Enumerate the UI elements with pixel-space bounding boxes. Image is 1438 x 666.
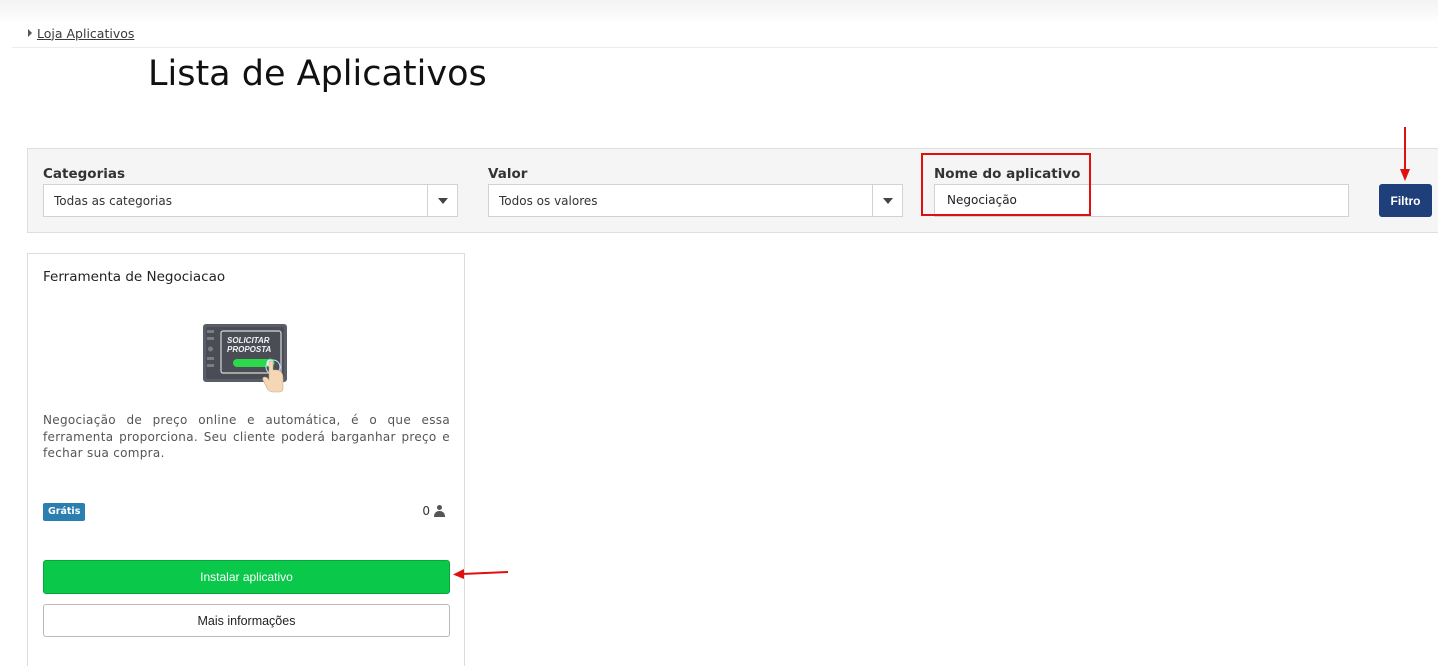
breadcrumb: Loja Aplicativos: [28, 24, 134, 42]
annotation-highlight-box: [921, 153, 1091, 216]
value-label: Valor: [488, 166, 528, 182]
icon-text-line2: PROPOSTA: [227, 345, 272, 354]
page-title: Lista de Aplicativos: [148, 54, 487, 94]
chevron-down-icon[interactable]: [427, 185, 457, 216]
breadcrumb-link-loja[interactable]: Loja Aplicativos: [37, 26, 134, 41]
app-icon: SOLICITAR PROPOSTA: [203, 324, 287, 393]
install-count-value: 0: [422, 504, 430, 518]
price-badge: Grátis: [43, 503, 86, 521]
value-select-value: Todos os valores: [499, 193, 598, 208]
category-label: Categorias: [43, 166, 125, 182]
chevron-down-icon[interactable]: [872, 185, 902, 216]
annotation-arrow-left: [453, 569, 509, 579]
install-app-button[interactable]: Instalar aplicativo: [43, 560, 450, 594]
top-bar: [0, 0, 1438, 24]
divider: [12, 47, 1438, 48]
annotation-arrow-down: [1400, 127, 1410, 181]
app-card-title: Ferramenta de Negociacao: [43, 269, 226, 285]
app-card: Ferramenta de Negociacao SOLICITAR PROPO…: [27, 253, 465, 666]
app-card-description: Negociação de preço online e automática,…: [43, 413, 450, 460]
more-info-button[interactable]: Mais informações: [43, 604, 450, 637]
value-select[interactable]: Todos os valores: [488, 184, 903, 217]
caret-right-icon: [28, 29, 32, 37]
filter-button[interactable]: Filtro: [1379, 184, 1432, 217]
install-count: 0: [422, 503, 445, 519]
category-select[interactable]: Todas as categorias: [43, 184, 458, 217]
category-select-value: Todas as categorias: [54, 193, 172, 208]
icon-text-line1: SOLICITAR: [227, 336, 270, 345]
user-icon: [434, 505, 445, 517]
